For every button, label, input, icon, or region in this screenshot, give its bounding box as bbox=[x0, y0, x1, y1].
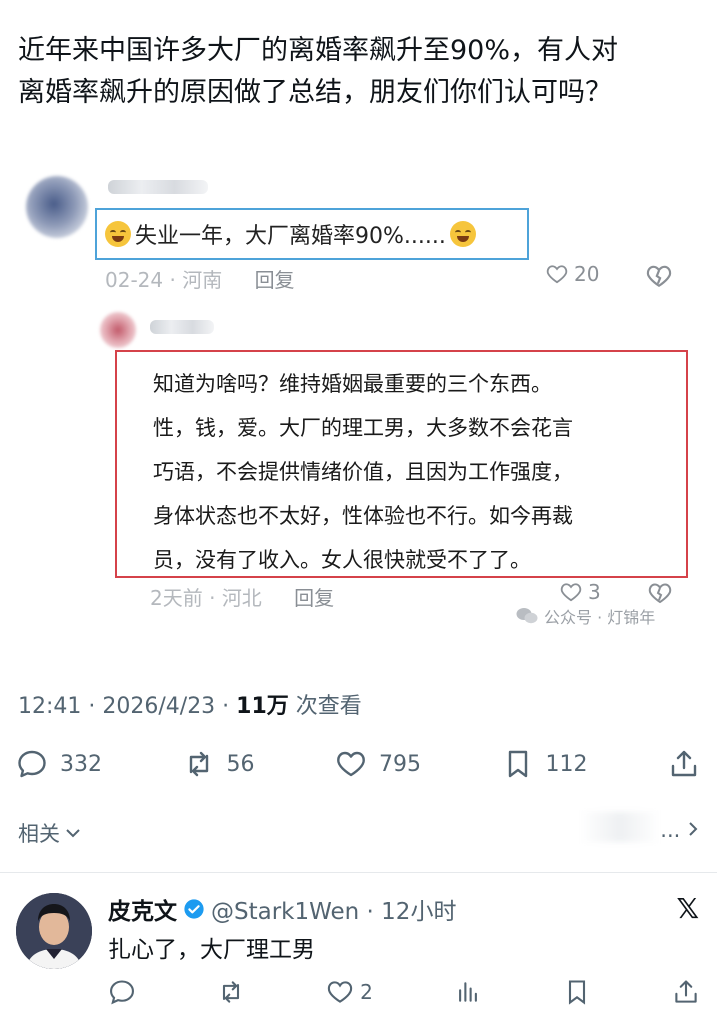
reply-button[interactable]: 332 bbox=[16, 748, 102, 780]
blurred-avatar-2 bbox=[100, 312, 136, 348]
reply-text: 扎心了，大厂理工男 bbox=[108, 937, 315, 963]
repost-button[interactable]: 56 bbox=[183, 748, 255, 780]
repost-count: 56 bbox=[226, 751, 255, 777]
wechat-icon bbox=[516, 608, 538, 624]
watermark-text: 公众号 · 灯锦年 bbox=[544, 608, 656, 627]
blurred-username-2 bbox=[150, 320, 214, 334]
grin-emoji-icon bbox=[105, 221, 131, 247]
comment-icon[interactable] bbox=[108, 978, 136, 1006]
comment-1-text: 失业一年，大厂离婚率90%...... bbox=[135, 224, 446, 249]
comment-2-like-count: 3 bbox=[588, 580, 601, 604]
comment-1-likes: 20 bbox=[546, 262, 599, 286]
chevron-down-icon bbox=[66, 829, 80, 838]
comment-2-line-2: 性，钱，爱。大厂的理工男，大多数不会花言 bbox=[153, 416, 573, 440]
post-timestamp: 12:41 · 2026/4/23 · 11万 次查看 bbox=[18, 688, 362, 720]
related-more-label: ... bbox=[660, 818, 681, 842]
repost-icon[interactable] bbox=[217, 978, 245, 1006]
comment-2-line-1: 知道为啥吗？维持婚姻最重要的三个东西。 bbox=[153, 372, 552, 396]
heart-icon bbox=[337, 751, 365, 777]
analytics-icon[interactable] bbox=[454, 978, 482, 1006]
comment-1-meta: 02-24 · 河南 回复 bbox=[105, 268, 295, 292]
post-text: 近年来中国许多大厂的离婚率飙升至90%，有人对 离婚率飙升的原因做了总结，朋友们… bbox=[18, 30, 708, 114]
heart-icon bbox=[327, 981, 353, 1003]
comment-2-date: 2天前 bbox=[150, 586, 203, 610]
repost-icon bbox=[189, 751, 208, 777]
comment-1-location: 河南 bbox=[182, 268, 223, 292]
blurred-overlay bbox=[580, 812, 660, 842]
view-label: 次查看 bbox=[288, 694, 362, 719]
heart-outline-icon bbox=[560, 583, 582, 602]
person-avatar-icon bbox=[16, 893, 92, 969]
comment-2-line-4: 身体状态也不太好，性体验也不行。如今再裁 bbox=[153, 504, 573, 528]
related-section-toggle[interactable]: 相关 bbox=[18, 818, 82, 848]
view-count: 11万 bbox=[236, 694, 289, 719]
reply-like-button[interactable]: 2 bbox=[326, 978, 373, 1006]
bookmark-icon bbox=[508, 750, 527, 778]
blurred-username-1 bbox=[108, 180, 208, 194]
comment-2-location: 河北 bbox=[221, 586, 262, 610]
post-action-bar: 332 56 795 112 bbox=[16, 742, 700, 786]
comment-2-line-5: 员，没有了收入。女人很快就受不了了。 bbox=[153, 548, 531, 572]
bookmark-icon[interactable] bbox=[563, 978, 591, 1006]
reply-action-bar: 2 bbox=[108, 974, 700, 1010]
bookmark-count: 112 bbox=[545, 751, 588, 777]
reply-author-name[interactable]: 皮克文 bbox=[108, 892, 177, 926]
like-button[interactable]: 795 bbox=[335, 748, 421, 780]
comment-2-likes: 3 bbox=[560, 580, 601, 604]
reply-handle: @Stark1Wen · 12小时 bbox=[211, 899, 457, 925]
post-text-line-1: 近年来中国许多大厂的离婚率飙升至90%，有人对 bbox=[18, 35, 619, 66]
chevron-right-icon bbox=[689, 822, 698, 836]
heart-outline-icon bbox=[546, 265, 568, 284]
share-button[interactable] bbox=[668, 748, 700, 780]
comment-1-date: 02-24 bbox=[105, 268, 164, 292]
bookmark-button[interactable]: 112 bbox=[502, 748, 588, 780]
comment-1-reply: 回复 bbox=[254, 268, 295, 292]
reply-header: 皮克文 @Stark1Wen · 12小时 bbox=[108, 892, 456, 926]
divider bbox=[0, 872, 717, 873]
sweat-emoji-icon bbox=[449, 221, 476, 247]
comment-2-highlight-box: 知道为啥吗？维持婚姻最重要的三个东西。 性，钱，爱。大厂的理工男，大多数不会花言… bbox=[115, 350, 688, 578]
post-time: 12:41 · 2026/4/23 · bbox=[18, 694, 237, 719]
related-more[interactable]: ... bbox=[660, 818, 699, 842]
reply-count: 332 bbox=[60, 751, 102, 777]
comment-icon bbox=[18, 750, 46, 778]
comment-1-highlight-box: 失业一年，大厂离婚率90%...... bbox=[95, 208, 529, 260]
blurred-avatar-1 bbox=[26, 176, 88, 238]
share-icon bbox=[671, 750, 697, 777]
wechat-watermark: 公众号 · 灯锦年 bbox=[516, 604, 655, 628]
x-logo-icon: 𝕏 bbox=[676, 892, 699, 925]
comment-2-line-3: 巧语，不会提供情绪价值，且因为工作强度， bbox=[153, 460, 573, 484]
broken-heart-icon bbox=[648, 583, 672, 604]
reply-like-count: 2 bbox=[360, 980, 373, 1004]
related-label: 相关 bbox=[18, 822, 60, 846]
verified-badge-icon bbox=[184, 899, 204, 919]
share-icon[interactable] bbox=[672, 978, 700, 1006]
comment-2-meta: 2天前 · 河北 回复 bbox=[150, 586, 335, 610]
like-count: 795 bbox=[379, 751, 421, 777]
comment-2-reply: 回复 bbox=[294, 586, 335, 610]
reply-avatar[interactable] bbox=[16, 893, 92, 969]
broken-heart-icon bbox=[646, 265, 672, 288]
comment-1-like-count: 20 bbox=[574, 262, 600, 286]
post-text-line-2: 离婚率飙升的原因做了总结，朋友们你们认可吗？ bbox=[18, 77, 612, 108]
